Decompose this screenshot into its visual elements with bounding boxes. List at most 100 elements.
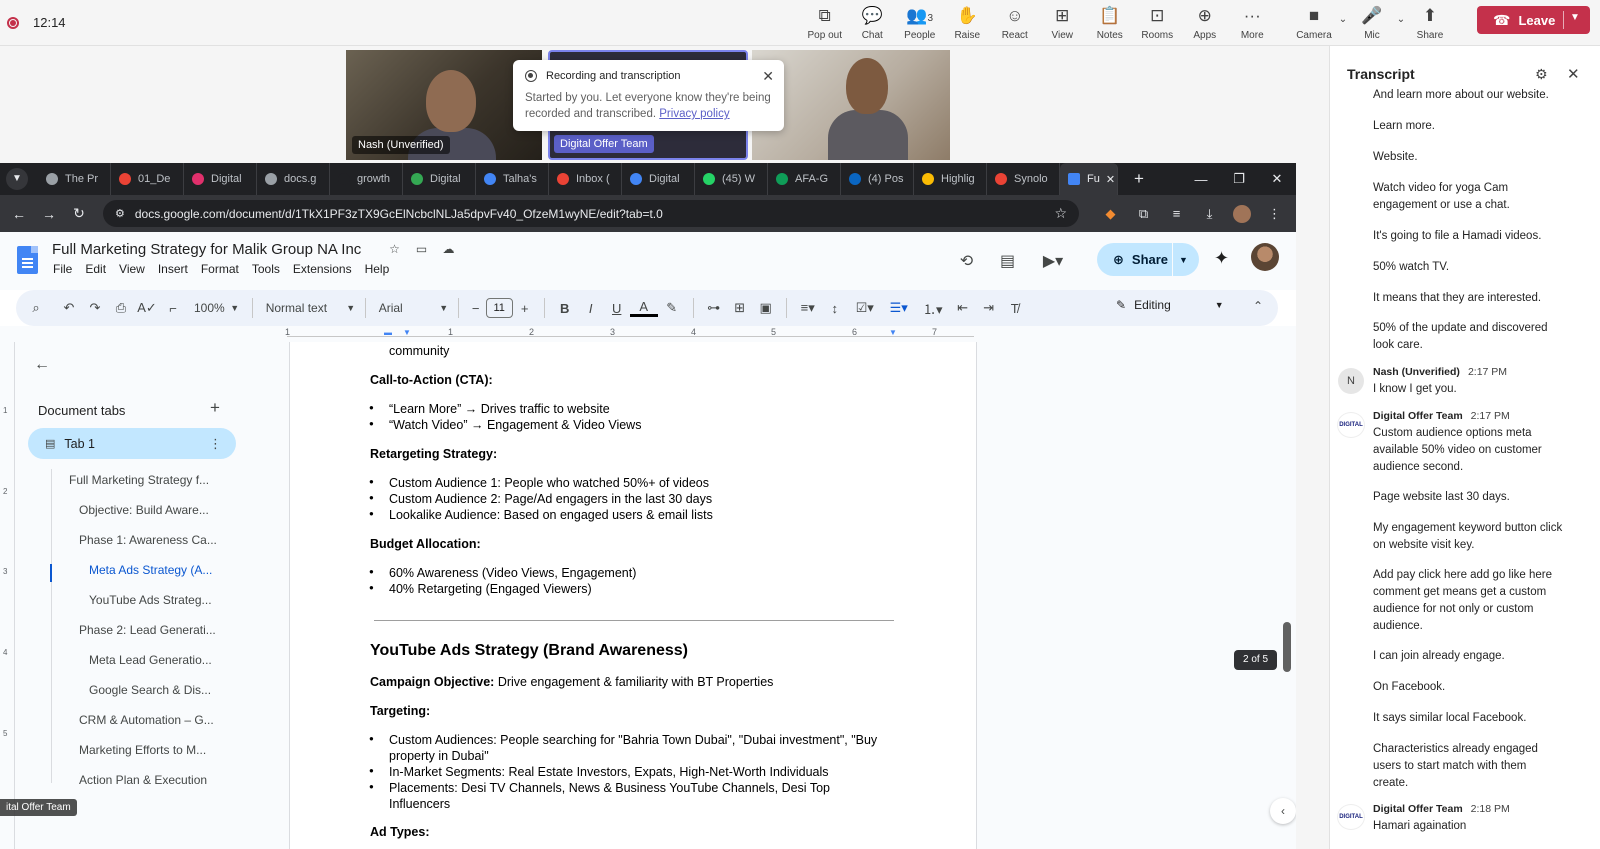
font-size-input[interactable]: 11 (485, 298, 513, 318)
scrollbar-thumb[interactable] (1283, 622, 1291, 672)
close-outline-arrow-icon[interactable]: ← (34, 356, 50, 374)
outline-item[interactable]: Full Marketing Strategy f... (69, 473, 209, 487)
rooms-button[interactable]: ⊡ Rooms (1134, 4, 1182, 41)
checklist-icon[interactable]: ☑▾ (848, 300, 882, 316)
underline-icon[interactable]: U (604, 301, 630, 316)
menu-edit[interactable]: Edit (85, 262, 106, 276)
hide-menus-chevron-icon[interactable]: ⌃ (1253, 299, 1263, 313)
more-button[interactable]: ··· More (1229, 4, 1277, 41)
mic-options-chevron-icon[interactable]: ⌄ (1393, 14, 1409, 41)
camera-options-chevron-icon[interactable]: ⌄ (1335, 14, 1351, 41)
tab-options-icon[interactable]: ⋮ (209, 436, 222, 452)
close-icon[interactable]: ✕ (1567, 65, 1580, 83)
forward-icon[interactable]: → (34, 206, 64, 222)
undo-icon[interactable]: ↶ (56, 300, 82, 316)
apps-button[interactable]: ⊕ Apps (1181, 4, 1229, 41)
browser-tab[interactable]: (45) W (695, 163, 768, 195)
increase-indent-icon[interactable]: ⇥ (976, 300, 1002, 316)
download-icon[interactable]: ⤓ (1193, 206, 1226, 222)
print-icon[interactable]: ⎙ (108, 300, 134, 316)
mic-button[interactable]: 🎤 Mic (1351, 4, 1393, 41)
notes-button[interactable]: 📋 Notes (1086, 4, 1134, 41)
browser-tab[interactable]: Digital (403, 163, 476, 195)
cloud-saved-icon[interactable]: ☁ (435, 242, 462, 256)
site-info-icon[interactable]: ⚙ (115, 207, 125, 220)
leave-options-chevron-icon[interactable]: ▼ (1570, 12, 1580, 23)
browser-tab[interactable]: Highlig (914, 163, 987, 195)
decrease-indent-icon[interactable]: ⇤ (950, 300, 976, 316)
camera-button[interactable]: ■ Camera (1293, 4, 1335, 41)
star-icon[interactable]: ☆ (381, 242, 408, 256)
document-title[interactable]: Full Marketing Strategy for Malik Group … (52, 241, 361, 258)
close-window-icon[interactable]: ✕ (1258, 171, 1296, 187)
pop-out-button[interactable]: ⧉ Pop out (801, 4, 849, 41)
outline-item[interactable]: Google Search & Dis... (89, 683, 211, 697)
menu-tools[interactable]: Tools (252, 262, 280, 276)
media-controls-icon[interactable]: ≡ (1160, 206, 1193, 221)
tab-search-chevron-icon[interactable]: ▼ (6, 168, 28, 190)
extensions-icon[interactable]: ⧉ (1127, 206, 1160, 222)
numbered-list-icon[interactable]: ⒈▾ (916, 299, 950, 318)
horizontal-ruler[interactable]: 1 ▬ ▼ 1 2 3 4 5 6 ▼ 7 (0, 326, 1296, 342)
outline-item[interactable]: Phase 2: Lead Generati... (79, 623, 216, 637)
bookmark-star-icon[interactable]: ☆ (1054, 205, 1067, 222)
profile-avatar[interactable] (1233, 204, 1251, 223)
share-button[interactable]: ⊕ Share ▼ (1097, 243, 1199, 276)
menu-file[interactable]: File (53, 262, 72, 276)
text-color-icon[interactable]: A (629, 299, 658, 317)
new-tab-icon[interactable]: + (1134, 169, 1144, 189)
browser-tab-active[interactable]: Fu ✕ (1060, 163, 1118, 195)
browser-tab[interactable]: growth (330, 163, 403, 195)
menu-extensions[interactable]: Extensions (293, 262, 352, 276)
editing-mode-select[interactable]: ✎ Editing ▼ (1116, 298, 1224, 312)
browser-tab[interactable]: (4) Pos (841, 163, 914, 195)
fox-extension-icon[interactable]: ◆ (1094, 206, 1127, 222)
zoom-select[interactable]: 100% (194, 301, 225, 315)
right-indent-icon[interactable]: ▼ (889, 328, 897, 337)
browser-tab[interactable]: Inbox ( (549, 163, 622, 195)
reload-icon[interactable]: ↻ (64, 205, 94, 222)
zoom-dropdown-icon[interactable]: ▼ (225, 303, 245, 313)
leave-button[interactable]: ☎ Leave ▼ (1477, 6, 1590, 34)
docs-logo-icon[interactable] (17, 246, 38, 274)
italic-icon[interactable]: I (578, 301, 604, 316)
first-line-indent-icon[interactable]: ▬ (384, 328, 392, 337)
vertical-ruler[interactable]: 1 2 3 4 5 (0, 342, 16, 849)
outline-item[interactable]: Objective: Build Aware... (79, 503, 209, 517)
browser-tab[interactable]: Synolo (987, 163, 1060, 195)
browser-tab[interactable]: The Pr (38, 163, 111, 195)
font-select[interactable]: Arial (379, 301, 437, 315)
outline-item-active[interactable]: Meta Ads Strategy (A... (89, 563, 212, 577)
user-avatar[interactable] (1251, 243, 1279, 271)
line-spacing-icon[interactable]: ↕ (822, 301, 848, 316)
menu-format[interactable]: Format (201, 262, 239, 276)
view-button[interactable]: ⊞ View (1039, 4, 1087, 41)
search-menus-icon[interactable]: ⌕ (16, 300, 56, 316)
left-indent-icon[interactable]: ▼ (403, 328, 411, 337)
people-button[interactable]: 👥3 People (896, 4, 944, 41)
browser-tab[interactable]: Talha's (476, 163, 549, 195)
style-dropdown-icon[interactable]: ▼ (344, 303, 358, 313)
menu-insert[interactable]: Insert (158, 262, 188, 276)
document-page[interactable]: community Call-to-Action (CTA): “Learn M… (289, 342, 977, 849)
comments-icon[interactable]: ▤ (987, 251, 1028, 271)
menu-view[interactable]: View (119, 262, 145, 276)
highlight-icon[interactable]: ✎ (658, 300, 686, 316)
version-history-icon[interactable]: ⟲ (946, 251, 987, 271)
browser-tab[interactable]: 01_De (111, 163, 184, 195)
restore-icon[interactable]: ❐ (1220, 171, 1258, 187)
browser-tab[interactable]: AFA-G (768, 163, 841, 195)
add-tab-icon[interactable]: + (210, 398, 220, 418)
insert-link-icon[interactable]: ⊶ (701, 300, 727, 316)
add-comment-icon[interactable]: ⊞ (727, 300, 753, 316)
chrome-menu-icon[interactable]: ⋮ (1258, 206, 1291, 222)
outline-item[interactable]: Action Plan & Execution (79, 773, 207, 787)
react-button[interactable]: ☺ React (991, 4, 1039, 41)
browser-tab[interactable]: Digital (184, 163, 257, 195)
tab-1[interactable]: ▤ Tab 1 ⋮ (28, 428, 236, 459)
minimize-icon[interactable]: — (1182, 172, 1220, 187)
font-dropdown-icon[interactable]: ▼ (437, 303, 451, 313)
close-icon[interactable]: ✕ (762, 68, 774, 85)
increase-font-size-icon[interactable]: + (513, 301, 537, 316)
meet-video-icon[interactable]: ▶▾ (1028, 251, 1078, 271)
